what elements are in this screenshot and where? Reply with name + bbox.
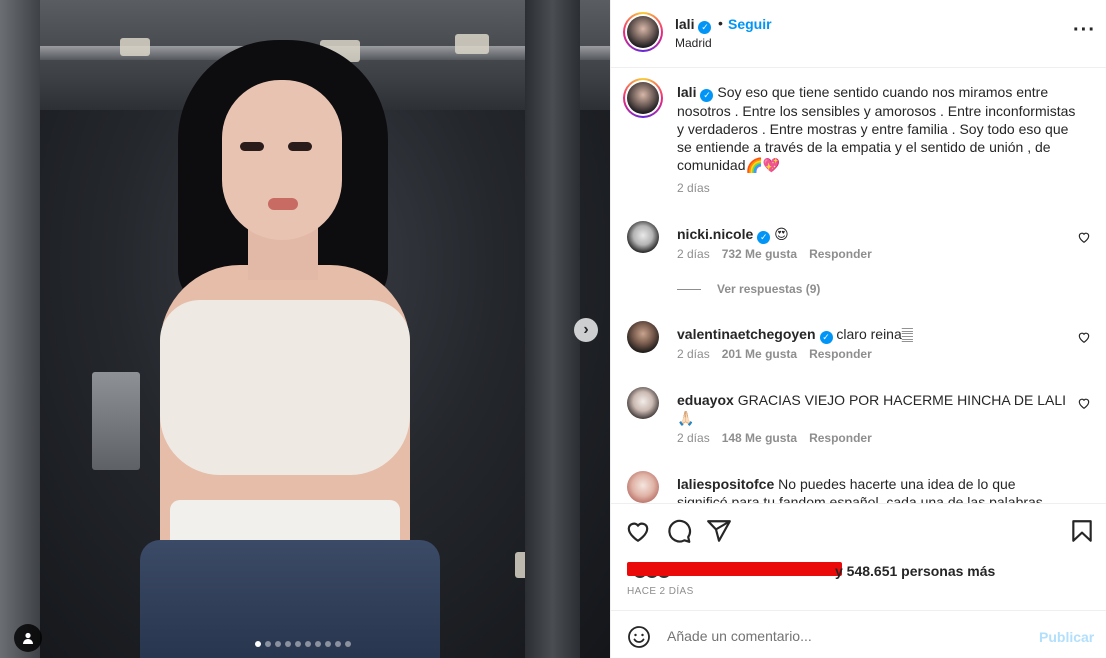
photo-door-edge	[0, 0, 40, 658]
bookmark-icon[interactable]	[1069, 518, 1095, 544]
commenter-avatar[interactable]	[627, 387, 659, 419]
view-replies-button[interactable]: Ver respuestas (9)	[677, 282, 820, 296]
post-location[interactable]: Madrid	[675, 36, 712, 50]
likes-text[interactable]: y 548.651 personas más	[835, 563, 995, 579]
carousel-dot	[285, 641, 291, 647]
heart-icon[interactable]	[1077, 230, 1091, 244]
verified-badge-icon: ✓	[819, 331, 833, 344]
heart-icon[interactable]	[625, 518, 651, 544]
view-replies-text[interactable]: Ver respuestas (9)	[717, 282, 820, 296]
commenter-avatar[interactable]	[627, 221, 659, 253]
comment-likes[interactable]: 732 Me gusta	[722, 247, 797, 261]
user-tag-icon[interactable]	[14, 624, 42, 652]
comment-meta: 2 días 148 Me gusta Responder	[677, 431, 872, 445]
post-header: lali ✓ • Seguir Madrid ···	[611, 0, 1106, 68]
commenter-avatar[interactable]	[627, 471, 659, 503]
comment-username[interactable]: laliespositofce	[677, 476, 774, 492]
carousel-dot	[335, 641, 341, 647]
carousel-dot	[275, 641, 281, 647]
carousel-dots	[255, 641, 351, 647]
posted-time[interactable]: HACE 2 DÍAS	[627, 586, 694, 597]
verified-badge-icon: ✓	[700, 89, 714, 102]
heart-icon[interactable]	[1077, 330, 1091, 344]
comment-meta: 2 días 732 Me gusta Responder	[677, 247, 872, 261]
carousel-dot	[315, 641, 321, 647]
caption-meta: 2 días	[677, 181, 710, 195]
subject-eye	[288, 142, 312, 151]
comment-time[interactable]: 2 días	[677, 431, 710, 445]
comment-likes[interactable]: 201 Me gusta	[722, 347, 797, 361]
publish-button[interactable]: Publicar	[1039, 629, 1094, 645]
author-username[interactable]: lali ✓	[675, 16, 712, 34]
comment-username[interactable]: nicki.nicole	[677, 226, 753, 242]
comment-time[interactable]: 2 días	[677, 347, 710, 361]
replies-line	[677, 288, 701, 290]
emoji-icon[interactable]	[627, 625, 651, 649]
comment-meta: 2 días 201 Me gusta Responder	[677, 347, 872, 361]
comment-text: 😍	[774, 226, 789, 242]
comment-body: valentinaetchegoyen ✓ claro reina𝄛	[677, 325, 1067, 344]
reply-button[interactable]: Responder	[809, 347, 872, 361]
subject-top	[160, 300, 410, 475]
verified-badge-icon: ✓	[757, 231, 771, 244]
comment-text: GRACIAS VIEJO POR HACERME HINCHA DE LALI…	[677, 392, 1066, 426]
reply-button[interactable]: Responder	[809, 247, 872, 261]
photo-pipe	[525, 0, 580, 658]
post-actions	[611, 503, 1106, 559]
photo-scrap	[455, 34, 489, 54]
author-username-text[interactable]: lali	[675, 16, 694, 32]
comment-body: laliespositofce No puedes hacerte una id…	[677, 475, 1067, 503]
subject-lips	[268, 198, 298, 210]
subject-eye	[240, 142, 264, 151]
comment-time[interactable]: 2 días	[677, 247, 710, 261]
caption-text: Soy eso que tiene sentido cuando nos mir…	[677, 84, 1076, 173]
more-horizontal-icon[interactable]: ···	[1073, 20, 1096, 40]
caption-time[interactable]: 2 días	[677, 181, 710, 195]
likes-summary[interactable]: y 548.651 personas más	[627, 560, 1097, 582]
comment-icon[interactable]	[666, 518, 692, 544]
subject-face	[222, 80, 342, 240]
comment-username[interactable]: eduayox	[677, 392, 734, 408]
post-panel: lali ✓ • Seguir Madrid ··· lali ✓ Soy eso …	[610, 0, 1106, 658]
comments-list[interactable]: lali ✓ Soy eso que tiene sentido cuando n…	[611, 69, 1106, 503]
share-icon[interactable]	[706, 518, 732, 544]
chevron-right-icon[interactable]: ›	[574, 318, 598, 342]
comment-body: eduayox GRACIAS VIEJO POR HACERME HINCHA…	[677, 391, 1067, 427]
photo-subject	[120, 40, 450, 658]
follow-button[interactable]: Seguir	[728, 16, 772, 32]
comment-composer: Publicar	[611, 610, 1106, 658]
carousel-dot	[255, 641, 261, 647]
carousel-dot	[265, 641, 271, 647]
comment-text: claro reina𝄛	[836, 326, 913, 342]
verified-badge-icon: ✓	[698, 21, 712, 34]
carousel-dot	[325, 641, 331, 647]
carousel-dot	[345, 641, 351, 647]
carousel-dot	[305, 641, 311, 647]
comment-input[interactable]	[667, 625, 1027, 647]
author-avatar[interactable]	[623, 12, 663, 52]
carousel-dot	[295, 641, 301, 647]
redaction-bar	[627, 562, 842, 576]
comment-body: nicki.nicole ✓ 😍	[677, 225, 1067, 244]
commenter-avatar[interactable]	[627, 321, 659, 353]
post-photo[interactable]: ›	[0, 0, 610, 658]
reply-button[interactable]: Responder	[809, 431, 872, 445]
comment-username[interactable]: valentinaetchegoyen	[677, 326, 816, 342]
heart-icon[interactable]	[1077, 396, 1091, 410]
caption-body: lali ✓ Soy eso que tiene sentido cuando n…	[677, 83, 1077, 174]
separator-dot: •	[718, 15, 723, 31]
caption-username[interactable]: lali	[677, 84, 696, 100]
caption-avatar[interactable]	[623, 78, 663, 118]
comment-likes[interactable]: 148 Me gusta	[722, 431, 797, 445]
